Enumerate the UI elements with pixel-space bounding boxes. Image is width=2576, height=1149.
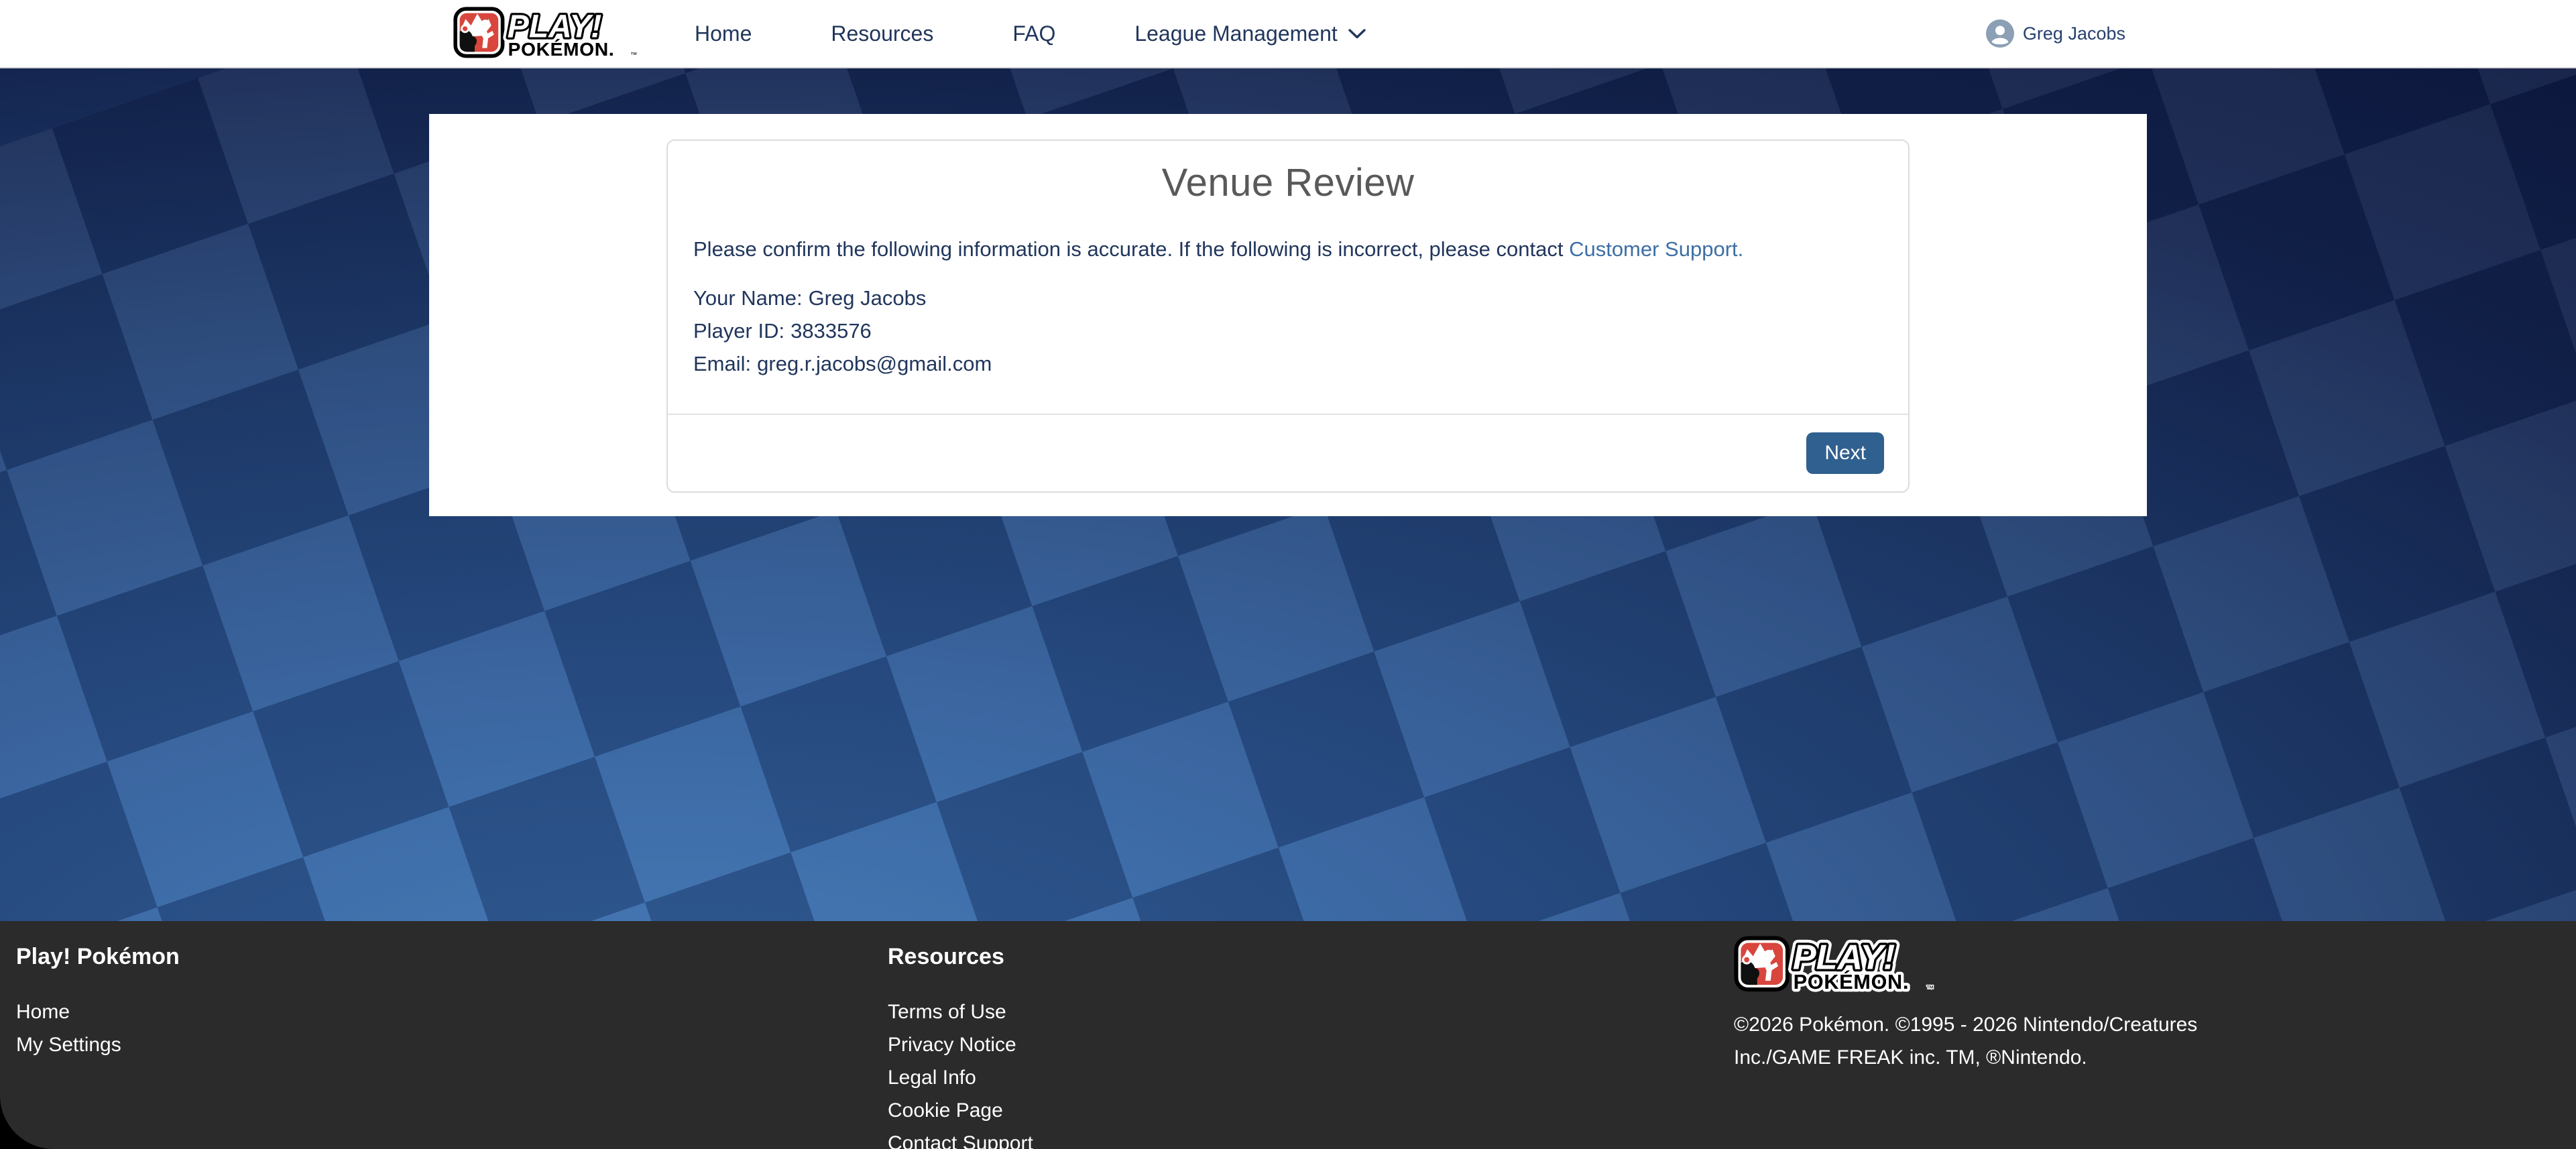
footer-panel: Play! Pokémon Home My Settings Resources… (0, 921, 2576, 1149)
chevron-down-icon (1348, 28, 1366, 40)
field-your-name-value: Greg Jacobs (809, 286, 927, 310)
field-player-id: Player ID: 3833576 (693, 314, 1883, 347)
venue-review-card-body: Venue Review Please confirm the followin… (668, 141, 1908, 414)
confirm-instructions: Please confirm the following information… (693, 236, 1883, 263)
customer-support-link[interactable]: Customer Support (1569, 237, 1738, 261)
checkered-background: Venue Review Please confirm the followin… (0, 68, 2576, 921)
field-email-label: Email: (693, 352, 751, 375)
footer-link-contact-support[interactable]: Contact Support (888, 1127, 1734, 1149)
nav-item-resources[interactable]: Resources (831, 21, 933, 46)
content-container: Venue Review Please confirm the followin… (429, 114, 2147, 516)
footer-link-home[interactable]: Home (16, 995, 888, 1028)
next-button[interactable]: Next (1806, 432, 1884, 474)
main-nav-menu: Home Resources FAQ League Management (695, 21, 1366, 46)
footer-link-terms-of-use[interactable]: Terms of Use (888, 995, 1734, 1028)
copyright-text: ©2026 Pokémon. ©1995 - 2026 Nintendo/Cre… (1734, 1008, 2203, 1074)
nav-item-faq[interactable]: FAQ (1012, 21, 1055, 46)
footer-column-legal: ©2026 Pokémon. ©1995 - 2026 Nintendo/Cre… (1734, 936, 2576, 1149)
play-pokemon-logo-icon (453, 7, 638, 60)
field-your-name: Your Name:Greg Jacobs (693, 282, 1883, 314)
venue-review-card: Venue Review Please confirm the followin… (666, 139, 1910, 493)
page-title: Venue Review (693, 160, 1883, 206)
user-menu[interactable]: Greg Jacobs (1986, 19, 2125, 48)
footer-link-cookie-page[interactable]: Cookie Page (888, 1094, 1734, 1127)
nav-item-league-management[interactable]: League Management (1134, 21, 1366, 46)
site-footer: Play! Pokémon Home My Settings Resources… (0, 921, 2576, 1149)
footer-heading-resources: Resources (888, 944, 1734, 970)
footer-link-legal-info[interactable]: Legal Info (888, 1061, 1734, 1094)
footer-column-resources: Resources Terms of Use Privacy Notice Le… (888, 944, 1734, 1149)
top-nav-bar: Home Resources FAQ League Management Gre… (0, 0, 2576, 68)
footer-play-pokemon-logo (1734, 936, 1935, 994)
footer-heading-play-pokemon: Play! Pokémon (16, 944, 888, 970)
field-player-id-value: 3833576 (791, 319, 872, 343)
play-pokemon-logo[interactable] (453, 7, 638, 60)
field-your-name-label: Your Name: (693, 286, 803, 310)
nav-item-league-management-label: League Management (1134, 21, 1337, 46)
card-footer: Next (668, 414, 1908, 491)
player-info-fields: Your Name:Greg Jacobs Player ID:3833576 … (693, 282, 1883, 380)
user-name: Greg Jacobs (2023, 23, 2125, 44)
user-avatar-icon (1986, 19, 2014, 48)
field-email-value: greg.r.jacobs@gmail.com (757, 352, 992, 375)
nav-item-home[interactable]: Home (695, 21, 752, 46)
footer-link-privacy-notice[interactable]: Privacy Notice (888, 1028, 1734, 1061)
confirm-instructions-text: Please confirm the following information… (693, 237, 1569, 261)
footer-column-play-pokemon: Play! Pokémon Home My Settings (16, 944, 888, 1149)
footer-link-my-settings[interactable]: My Settings (16, 1028, 888, 1061)
field-email: Email: greg.r.jacobs@gmail.com (693, 347, 1883, 380)
field-player-id-label: Player ID: (693, 319, 784, 343)
confirm-instructions-suffix: . (1738, 237, 1744, 261)
